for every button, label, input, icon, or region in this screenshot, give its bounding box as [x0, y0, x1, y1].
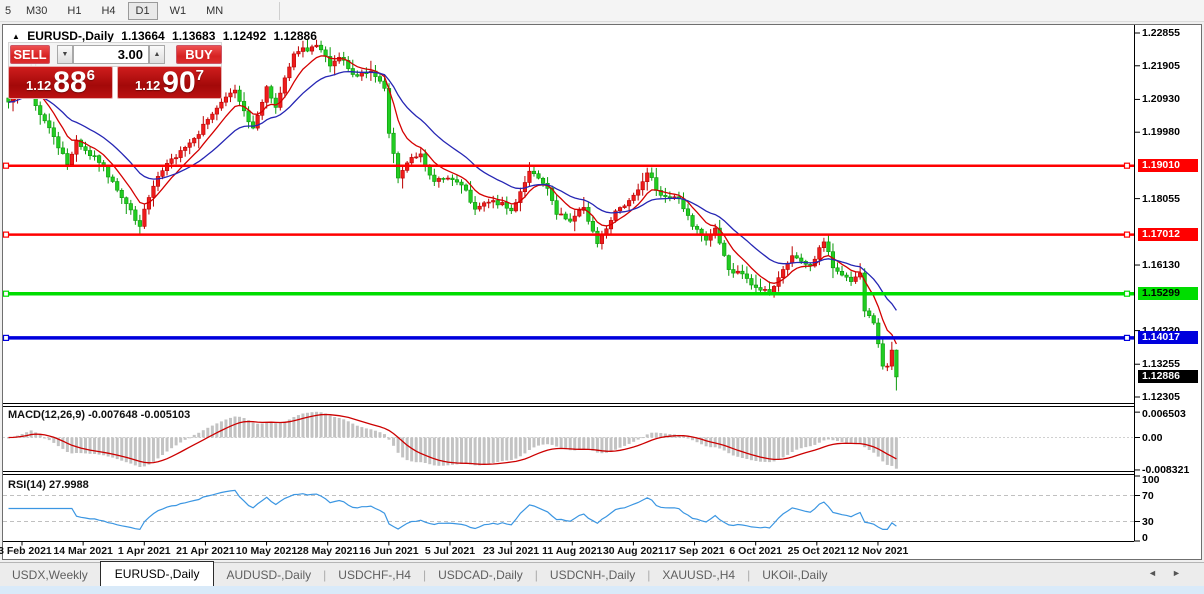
- price-tick-label: 1.21905: [1142, 60, 1180, 72]
- timeframe-button-mn[interactable]: MN: [198, 2, 231, 20]
- collapse-triangle-icon[interactable]: ▲: [12, 32, 20, 41]
- bid-price-button[interactable]: 1.12 88 6: [8, 66, 113, 99]
- date-tick-label: 25 Oct 2021: [788, 545, 846, 557]
- ohlc-close: 1.12886: [274, 29, 317, 43]
- timeframe-button-m30[interactable]: M30: [18, 2, 55, 20]
- volume-decrease-icon[interactable]: ▼: [57, 45, 73, 64]
- timeframe-button-d1[interactable]: D1: [128, 2, 158, 20]
- price-tick-label: 1.12305: [1142, 391, 1180, 403]
- chart-title: ▲ EURUSD-,Daily 1.13664 1.13683 1.12492 …: [12, 29, 321, 43]
- tab-ukoil-daily[interactable]: UKOil-,Daily: [750, 564, 839, 586]
- tab-scroll-left-icon[interactable]: ◄: [1148, 568, 1157, 578]
- rsi-scale-label: 0: [1142, 532, 1148, 544]
- symbol-label: EURUSD-,Daily: [27, 29, 114, 43]
- date-tick-label: 28 May 2021: [297, 545, 358, 557]
- sell-button[interactable]: SELL: [10, 45, 50, 64]
- price-tick-label: 1.13255: [1142, 358, 1180, 370]
- timeframe-button-5[interactable]: 5: [2, 2, 14, 20]
- tab-eurusd-daily[interactable]: EURUSD-,Daily: [100, 561, 215, 586]
- volume-input[interactable]: 3.00: [73, 45, 149, 64]
- timeframe-button-h4[interactable]: H4: [93, 2, 123, 20]
- macd-scale-label: 0.006503: [1142, 408, 1186, 420]
- ask-price-button[interactable]: 1.12 90 7: [117, 66, 222, 99]
- chart-tab-bar: USDX,WeeklyEURUSD-,DailyAUDUSD-,Daily|US…: [0, 562, 1204, 586]
- price-badge-1.12886: 1.12886: [1138, 370, 1198, 383]
- tab-scroll-right-icon[interactable]: ►: [1172, 568, 1181, 578]
- status-strip: [0, 586, 1204, 594]
- date-tick-label: 21 Apr 2021: [176, 545, 235, 557]
- macd-label: MACD(12,26,9) -0.007648 -0.005103: [8, 409, 190, 421]
- timeframe-toolbar: 5M30H1H4 D1W1MN: [0, 0, 1204, 22]
- price-tick-label: 1.22855: [1142, 27, 1180, 39]
- price-tick-label: 1.16130: [1142, 259, 1180, 271]
- ohlc-open: 1.13664: [121, 29, 164, 43]
- tab-xauusd-h4[interactable]: XAUUSD-,H4: [650, 564, 747, 586]
- rsi-scale-label: 70: [1142, 490, 1154, 502]
- timeframe-button-h1[interactable]: H1: [59, 2, 89, 20]
- price-badge-1.19010: 1.19010: [1138, 159, 1198, 172]
- volume-increase-icon[interactable]: ▲: [149, 45, 165, 64]
- price-tick-label: 1.20930: [1142, 93, 1180, 105]
- date-tick-label: 1 Apr 2021: [118, 545, 171, 557]
- tab-usdchf-h4[interactable]: USDCHF-,H4: [326, 564, 423, 586]
- price-tick-label: 1.18055: [1142, 193, 1180, 205]
- date-tick-label: 16 Jun 2021: [359, 545, 419, 557]
- ask-prefix: 1.12: [135, 78, 160, 93]
- date-tick-label: 11 Aug 2021: [542, 545, 602, 557]
- rsi-scale-label: 30: [1142, 516, 1154, 528]
- price-badge-1.14017: 1.14017: [1138, 331, 1198, 344]
- tab-usdx-weekly[interactable]: USDX,Weekly: [0, 564, 100, 586]
- date-tick-label: 6 Oct 2021: [729, 545, 782, 557]
- price-badge-1.17012: 1.17012: [1138, 228, 1198, 241]
- price-badge-1.15299: 1.15299: [1138, 287, 1198, 300]
- ohlc-high: 1.13683: [172, 29, 215, 43]
- price-tick-label: 1.19980: [1142, 126, 1180, 138]
- date-tick-label: 12 Nov 2021: [848, 545, 909, 557]
- date-tick-label: 23 Jul 2021: [483, 545, 539, 557]
- date-tick-label: 10 May 2021: [236, 545, 297, 557]
- tab-usdcad-daily[interactable]: USDCAD-,Daily: [426, 564, 535, 586]
- tab-audusd-daily[interactable]: AUDUSD-,Daily: [214, 564, 323, 586]
- toolbar-separator: [279, 2, 280, 20]
- ohlc-low: 1.12492: [223, 29, 266, 43]
- bid-big-digits: 88: [53, 70, 86, 96]
- date-tick-label: 23 Feb 2021: [0, 545, 52, 557]
- bid-pip-digit: 6: [87, 67, 95, 84]
- ask-pip-digit: 7: [196, 67, 204, 84]
- tab-usdcnh-daily[interactable]: USDCNH-,Daily: [538, 564, 647, 586]
- bid-prefix: 1.12: [26, 78, 51, 93]
- buy-button[interactable]: BUY: [176, 45, 222, 64]
- macd-scale-label: 0.00: [1142, 432, 1162, 444]
- rsi-label: RSI(14) 27.9988: [8, 479, 89, 491]
- chart-window[interactable]: [2, 24, 1202, 560]
- timeframe-button-w1[interactable]: W1: [162, 2, 195, 20]
- date-tick-label: 17 Sep 2021: [664, 545, 724, 557]
- date-tick-label: 5 Jul 2021: [425, 545, 475, 557]
- ask-big-digits: 90: [162, 70, 195, 96]
- date-tick-label: 30 Aug 2021: [603, 545, 664, 557]
- rsi-scale-label: 100: [1142, 474, 1160, 486]
- date-tick-label: 14 Mar 2021: [53, 545, 113, 557]
